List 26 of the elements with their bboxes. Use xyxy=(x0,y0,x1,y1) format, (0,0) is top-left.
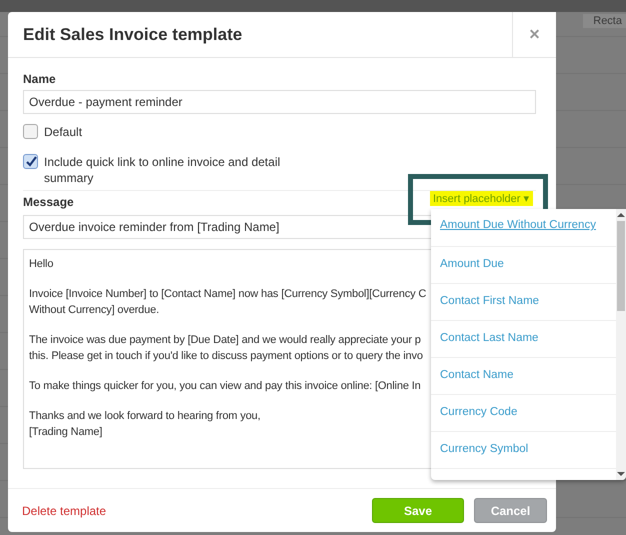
scroll-thumb[interactable] xyxy=(617,221,625,311)
dialog-title: Edit Sales Invoice template xyxy=(22,24,242,44)
message-line: this. Please get in touch if you'd like to discuss payment options or to query the invo xyxy=(29,349,423,364)
message-line: Hello xyxy=(29,257,54,272)
insert-placeholder-link[interactable]: Insert placeholder ▾ xyxy=(430,191,532,206)
name-field[interactable]: Overdue - payment reminder xyxy=(23,90,536,114)
message-line: Invoice [Invoice Number] to [Contact Name] now has [Currency Symbol][Currency C xyxy=(29,287,426,302)
scrollbar[interactable] xyxy=(616,209,626,480)
scroll-down-icon[interactable] xyxy=(617,472,625,476)
checkbox-label: Default xyxy=(44,124,82,140)
header-text: Recta xyxy=(583,14,626,28)
checkbox-label: Include quick link to online invoice and detail summary xyxy=(44,154,282,186)
field-label: Name xyxy=(23,72,57,86)
checkbox[interactable] xyxy=(23,124,38,139)
message-line: Thanks and we look forward to hearing from you, xyxy=(29,409,260,424)
checkbox[interactable] xyxy=(23,154,38,169)
message-line: To make things quicker for you, you can view and pay this invoice online: [Online In xyxy=(29,379,421,394)
message-line: The invoice was due payment by [Due Date] and we would really appreciate your p xyxy=(29,333,421,348)
delete-link[interactable]: Delete template xyxy=(22,504,106,518)
scroll-up-icon[interactable] xyxy=(617,213,625,217)
message-line: Without Currency] overdue. xyxy=(29,303,159,318)
save-button[interactable]: Save xyxy=(372,498,464,523)
close-button[interactable]: × xyxy=(512,12,556,57)
cancel-button[interactable]: Cancel xyxy=(474,498,547,523)
message-line: [Trading Name] xyxy=(29,425,102,440)
field-label: Message xyxy=(23,195,74,211)
